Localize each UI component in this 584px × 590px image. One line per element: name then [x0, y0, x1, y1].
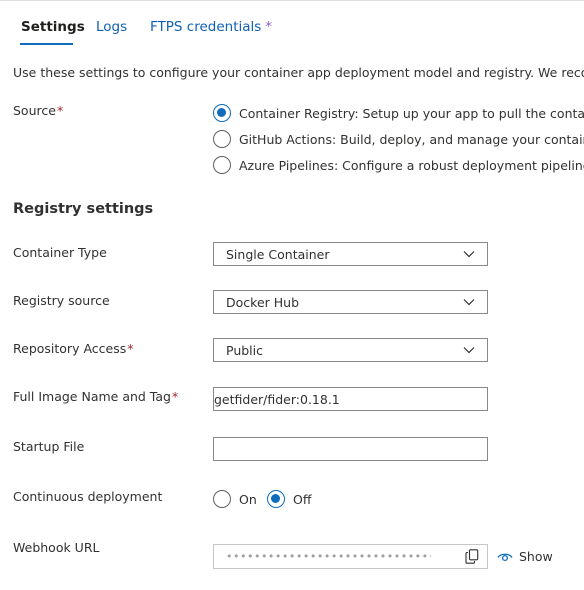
unsaved-indicator: * — [265, 19, 273, 35]
chevron-down-icon — [463, 299, 475, 306]
continuous-deployment-off-label[interactable]: Off — [293, 492, 311, 507]
registry-source-label: Registry source — [13, 293, 110, 308]
continuous-deployment-off-radio[interactable] — [267, 490, 285, 508]
show-webhook-button[interactable]: Show — [497, 549, 553, 564]
source-github-actions-label[interactable]: GitHub Actions: Build, deploy, and manag… — [239, 132, 584, 147]
registry-settings-heading: Registry settings — [13, 201, 154, 217]
eye-icon — [497, 553, 513, 562]
continuous-deployment-on-radio[interactable] — [213, 490, 231, 508]
registry-source-dropdown[interactable]: Docker Hub — [213, 290, 488, 314]
source-container-registry-radio[interactable] — [213, 104, 231, 122]
source-container-registry-label[interactable]: Container Registry: Setup up your app to… — [239, 106, 584, 121]
tab-ftps-label: FTPS credentials — [150, 19, 262, 35]
tab-ftps-credentials[interactable]: FTPS credentials * — [150, 19, 272, 35]
webhook-url-masked-value: ••••••••••••••••••••••••••••••••••••••••… — [226, 550, 431, 563]
tab-active-indicator — [20, 43, 73, 45]
container-type-dropdown[interactable]: Single Container — [213, 242, 488, 266]
startup-file-label: Startup File — [13, 439, 85, 454]
chevron-down-icon — [463, 347, 475, 354]
show-webhook-label: Show — [519, 549, 553, 564]
copy-icon[interactable] — [465, 549, 479, 564]
source-azure-pipelines-label[interactable]: Azure Pipelines: Configure a robust depl… — [239, 158, 584, 173]
container-type-label: Container Type — [13, 245, 107, 260]
image-name-label: Full Image Name and Tag* — [13, 389, 179, 404]
intro-text: Use these settings to configure your con… — [13, 65, 584, 80]
continuous-deployment-on-label[interactable]: On — [239, 492, 257, 507]
webhook-url-label: Webhook URL — [13, 540, 100, 555]
source-azure-pipelines-radio[interactable] — [213, 156, 231, 174]
tab-logs[interactable]: Logs — [96, 19, 127, 35]
container-type-value: Single Container — [226, 247, 330, 262]
source-github-actions-radio[interactable] — [213, 130, 231, 148]
repository-access-dropdown[interactable]: Public — [213, 338, 488, 362]
repository-access-label: Repository Access* — [13, 341, 134, 356]
continuous-deployment-label: Continuous deployment — [13, 489, 163, 504]
registry-source-value: Docker Hub — [226, 295, 299, 310]
source-label: Source* — [13, 103, 64, 118]
chevron-down-icon — [463, 251, 475, 258]
tab-settings[interactable]: Settings — [21, 19, 85, 35]
image-name-value: getfider/fider:0.18.1 — [214, 392, 340, 407]
repository-access-value: Public — [226, 343, 263, 358]
startup-file-input[interactable] — [213, 437, 488, 461]
image-name-input[interactable]: getfider/fider:0.18.1 — [213, 387, 488, 411]
webhook-url-field[interactable]: ••••••••••••••••••••••••••••••••••••••••… — [213, 544, 488, 569]
top-divider — [0, 0, 584, 1]
